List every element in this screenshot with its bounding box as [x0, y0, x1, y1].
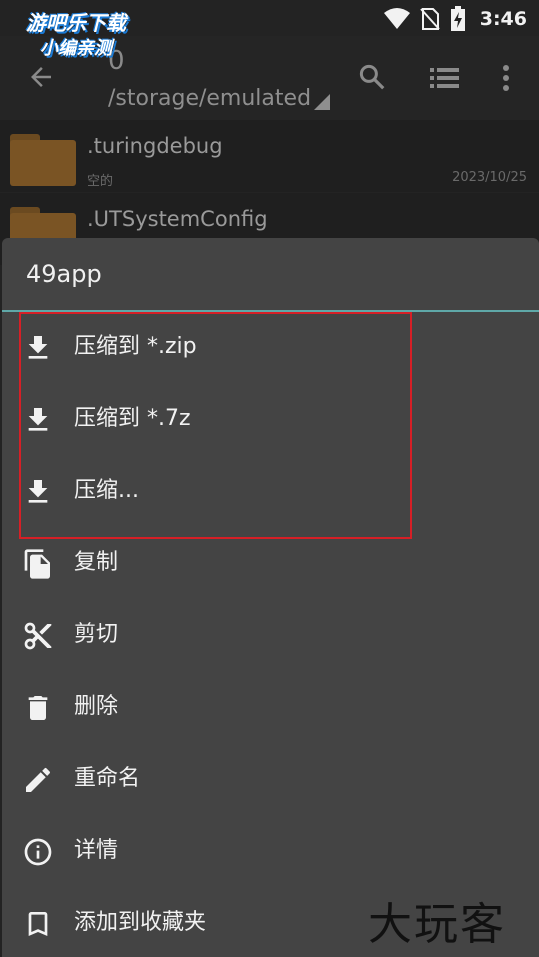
menu-item-label: 添加到收藏夹: [74, 910, 207, 935]
file-name: .turingdebug: [87, 134, 223, 158]
pencil-icon: [26, 767, 51, 792]
no-sim-icon: [419, 8, 440, 30]
menu-details[interactable]: 详情: [2, 816, 539, 888]
menu-item-label: 剪切: [74, 622, 119, 647]
file-date: 2023/10/25: [452, 170, 527, 185]
file-subtitle: 空的: [87, 174, 114, 189]
file-name: .UTSystemConfig: [87, 207, 268, 231]
menu-item-label: 压缩...: [74, 478, 139, 503]
menu-item-label: 详情: [74, 838, 119, 863]
menu-cut[interactable]: 剪切: [2, 600, 539, 672]
download-icon: [28, 336, 48, 359]
watermark-line2: 小编亲测: [40, 38, 112, 59]
battery-charging-icon: [450, 6, 465, 31]
sheet-title: 49app: [26, 260, 102, 288]
bookmark-icon: [28, 912, 48, 936]
status-time: 3:46: [479, 8, 527, 30]
back-arrow-icon[interactable]: [26, 62, 56, 92]
menu-compress-zip[interactable]: 压缩到 *.zip: [2, 312, 539, 384]
watermark-logo-bottom: 大玩客: [368, 899, 506, 950]
watermark-line1: 游吧乐下载: [26, 11, 126, 35]
menu-compress-custom[interactable]: 压缩...: [2, 456, 539, 528]
scissors-icon: [24, 622, 52, 650]
path-dropdown-icon[interactable]: [314, 94, 330, 110]
more-vert-icon[interactable]: [501, 64, 511, 92]
menu-item-label: 重命名: [74, 766, 141, 791]
download-icon: [28, 480, 48, 503]
menu-item-label: 删除: [74, 694, 119, 719]
list-view-icon[interactable]: [430, 66, 460, 90]
menu-delete[interactable]: 删除: [2, 672, 539, 744]
menu-copy[interactable]: 复制: [2, 528, 539, 600]
menu-item-label: 复制: [74, 550, 119, 575]
menu-rename[interactable]: 重命名: [2, 744, 539, 816]
status-icons: 3:46: [383, 6, 527, 32]
watermark-logo-top: 游吧乐下载 小编亲测: [6, 10, 146, 62]
menu-item-label: 压缩到 *.zip: [74, 334, 197, 359]
menu-compress-7z[interactable]: 压缩到 *.7z: [2, 384, 539, 456]
folder-icon: [10, 134, 76, 186]
copy-icon: [24, 549, 50, 579]
context-menu-sheet: 49app 压缩到 *.zip 压缩到 *.7z 压缩... 复制 剪切 删除 …: [2, 238, 539, 957]
file-row[interactable]: .turingdebug 空的 2023/10/25: [0, 120, 539, 192]
search-icon[interactable]: [357, 62, 387, 92]
current-path[interactable]: /storage/emulated: [108, 86, 311, 111]
download-icon: [28, 408, 48, 431]
menu-item-label: 压缩到 *.7z: [74, 406, 191, 431]
info-icon: [24, 838, 52, 866]
trash-icon: [28, 696, 48, 720]
wifi-icon: [383, 8, 410, 29]
